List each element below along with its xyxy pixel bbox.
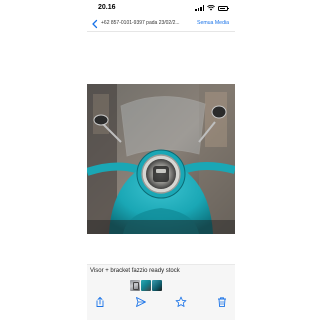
star-icon[interactable] [175,296,187,308]
caption-bar: Visor + bracket fazzio ready stock [87,264,235,279]
status-icons [195,4,229,12]
nav-divider [87,31,235,32]
thumbnail-selected[interactable] [141,280,151,291]
chevron-left-icon[interactable] [90,18,100,30]
trash-icon[interactable] [216,296,228,308]
thumbnail-strip [87,278,235,293]
chat-sender-title: +62 857-0101-9397 pada 23/02/2... [101,20,180,26]
nav-bar: +62 857-0101-9397 pada 23/02/2... Semua … [87,17,235,31]
all-media-link[interactable]: Semua Media [197,20,229,26]
share-icon[interactable] [94,296,106,308]
forward-icon[interactable] [135,296,147,308]
wifi-icon [207,5,215,11]
status-bar: 20.16 [87,0,235,16]
signal-icon [195,5,204,11]
status-time: 20.16 [98,4,116,11]
whatsapp-media-viewer: 20.16 +62 857-0101-9397 pada 23/02/2... … [87,0,235,320]
thumbnail[interactable] [152,280,162,291]
battery-icon [218,5,229,11]
bottom-toolbar [87,293,235,320]
media-caption: Visor + bracket fazzio ready stock [90,268,180,274]
thumbnail[interactable] [130,280,140,291]
media-photo[interactable] [87,84,235,234]
